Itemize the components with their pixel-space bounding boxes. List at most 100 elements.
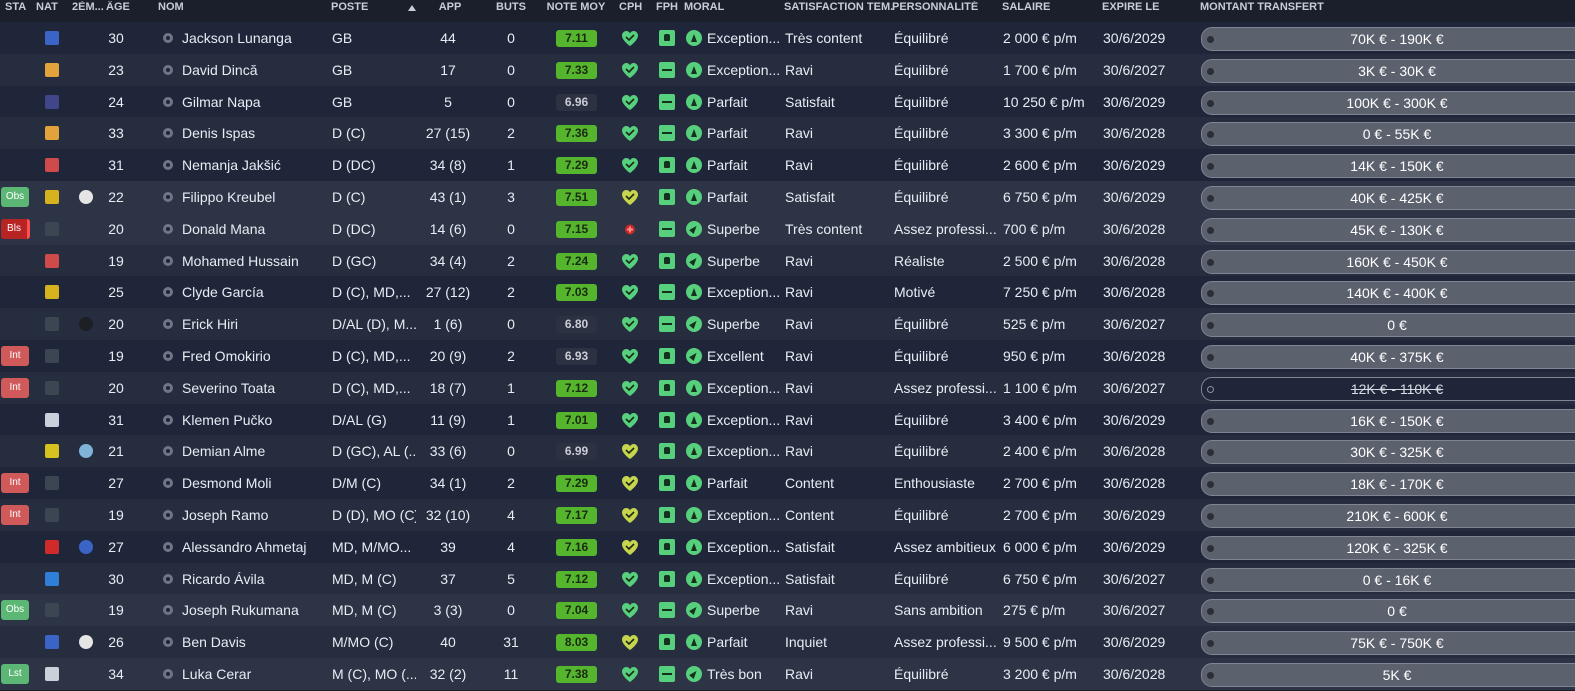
neutral-icon[interactable]	[659, 61, 675, 78]
col-fph[interactable]: FPH	[656, 1, 686, 13]
table-row[interactable]: 23 David Dincă GB 17 0 7.33 Exception... Ravi Éq…	[0, 53, 1575, 86]
transfer-value-bar[interactable]: 40K € - 425K €	[1201, 186, 1575, 210]
condition-heart-icon[interactable]	[621, 30, 639, 47]
second-nationality-flag-icon[interactable]	[79, 539, 93, 554]
col-moral[interactable]: MORAL	[684, 1, 774, 13]
table-row[interactable]: Int 27 Desmond Moli D/M (C) 34 (1) 2 7.29 Parfa…	[0, 467, 1575, 500]
condition-heart-icon[interactable]	[621, 157, 639, 174]
thumbs-up-icon[interactable]	[659, 475, 675, 492]
table-row[interactable]: 21 Demian Alme D (GC), AL (... 33 (6) 0 6.99 E…	[0, 435, 1575, 468]
player-name-link[interactable]: Joseph Rukumana	[182, 594, 327, 626]
transfer-value-bar[interactable]: 45K € - 130K €	[1201, 217, 1575, 242]
table-row[interactable]: Lst 34 Luka Cerar M (C), MO (... 32 (2) 11 7.3…	[0, 658, 1575, 690]
neutral-icon[interactable]	[659, 284, 675, 301]
neutral-icon[interactable]	[659, 602, 675, 619]
condition-heart-icon[interactable]	[621, 62, 639, 79]
table-row[interactable]: 25 Clyde García D (C), MD,... 27 (12) 2 7.03 E…	[0, 276, 1575, 309]
player-name-link[interactable]: Donald Mana	[182, 213, 327, 245]
col-personnalite[interactable]: PERSONNALITÉ	[892, 1, 992, 13]
status-badge[interactable]: Obs	[1, 600, 29, 621]
table-row[interactable]: 24 Gilmar Napa GB 5 0 6.96 Parfait Satisfait Équ…	[0, 85, 1575, 118]
neutral-icon[interactable]	[659, 93, 675, 110]
nationality-flag-icon[interactable]	[45, 412, 59, 427]
thumbs-up-icon[interactable]	[659, 507, 675, 523]
nationality-flag-icon[interactable]	[45, 190, 59, 204]
thumbs-up-icon[interactable]	[659, 157, 675, 174]
col-poste[interactable]: POSTE	[331, 1, 401, 13]
table-row[interactable]: Obs 19 Joseph Rukumana MD, M (C) 3 (3) 0 7.04 S…	[0, 594, 1575, 627]
nationality-flag-icon[interactable]	[45, 349, 59, 363]
player-name-link[interactable]: Demian Alme	[182, 435, 327, 467]
col-salaire[interactable]: SALAIRE	[1002, 1, 1092, 13]
player-name-link[interactable]: Gilmar Napa	[182, 86, 327, 118]
table-row[interactable]: Obs 22 Filippo Kreubel D (C) 43 (1) 3 7.51 Parf…	[0, 181, 1575, 213]
neutral-icon[interactable]	[659, 125, 675, 142]
player-name-link[interactable]: Ben Davis	[182, 626, 327, 658]
condition-heart-icon[interactable]	[621, 539, 639, 556]
player-name-link[interactable]: Nemanja Jakšić	[182, 149, 327, 181]
condition-heart-icon[interactable]	[621, 634, 639, 651]
sort-up-icon[interactable]	[407, 4, 417, 12]
thumbs-up-icon[interactable]	[659, 30, 675, 46]
player-name-link[interactable]: Jackson Lunanga	[182, 22, 327, 54]
nationality-flag-icon[interactable]	[45, 476, 59, 491]
transfer-value-bar[interactable]: 120K € - 325K €	[1201, 535, 1575, 560]
col-age[interactable]: ÂGE	[106, 1, 146, 13]
condition-heart-icon[interactable]	[621, 284, 639, 301]
condition-heart-icon[interactable]	[621, 253, 639, 270]
thumbs-up-icon[interactable]	[659, 379, 675, 396]
player-name-link[interactable]: Desmond Moli	[182, 467, 327, 499]
player-name-link[interactable]: Mohamed Hussain	[182, 245, 327, 277]
transfer-value-bar[interactable]: 3K € - 30K €	[1201, 58, 1575, 83]
player-name-link[interactable]: Denis Ispas	[182, 117, 327, 149]
nationality-flag-icon[interactable]	[45, 317, 59, 332]
transfer-value-bar[interactable]: 100K € - 300K €	[1201, 90, 1575, 115]
second-nationality-flag-icon[interactable]	[79, 635, 93, 650]
nationality-flag-icon[interactable]	[45, 31, 59, 45]
col-nom[interactable]: NOM	[158, 1, 308, 13]
col-second-nat[interactable]: 2ÈM...	[72, 1, 106, 13]
player-name-link[interactable]: Filippo Kreubel	[182, 181, 327, 213]
nationality-flag-icon[interactable]	[45, 571, 59, 586]
condition-heart-icon[interactable]	[621, 571, 639, 588]
col-app[interactable]: APP	[420, 1, 480, 13]
col-expire[interactable]: EXPIRE LE	[1102, 1, 1192, 13]
table-row[interactable]: Bls 20 Donald Mana D (DC) 14 (6) 0 7.15 Superbe…	[0, 212, 1575, 245]
neutral-icon[interactable]	[659, 316, 675, 333]
thumbs-up-icon[interactable]	[659, 189, 675, 205]
thumbs-up-icon[interactable]	[659, 570, 675, 587]
status-badge[interactable]: Int	[1, 346, 29, 366]
col-buts[interactable]: BUTS	[485, 1, 537, 13]
player-name-link[interactable]: Klemen Pučko	[182, 404, 327, 436]
nationality-flag-icon[interactable]	[45, 285, 59, 300]
col-note-moy[interactable]: NOTE MOY	[545, 1, 607, 13]
status-badge[interactable]: Obs	[1, 187, 29, 207]
nationality-flag-icon[interactable]	[45, 221, 59, 236]
table-row[interactable]: 26 Ben Davis M/MO (C) 40 31 8.03 Parfait Inquie…	[0, 626, 1575, 659]
transfer-value-bar[interactable]: 0 € - 16K €	[1201, 567, 1575, 592]
table-row[interactable]: 33 Denis Ispas D (C) 27 (15) 2 7.36 Parfait Rav…	[0, 117, 1575, 150]
col-nat[interactable]: NAT	[36, 1, 68, 13]
transfer-value-bar[interactable]: 5K €	[1201, 663, 1575, 687]
player-name-link[interactable]: Ricardo Ávila	[182, 563, 327, 595]
col-sta[interactable]: STA	[5, 1, 33, 13]
transfer-value-bar[interactable]: 14K € - 150K €	[1201, 154, 1575, 179]
player-name-link[interactable]: Erick Hiri	[182, 308, 327, 340]
nationality-flag-icon[interactable]	[45, 635, 59, 650]
nationality-flag-icon[interactable]	[45, 126, 59, 141]
nationality-flag-icon[interactable]	[45, 603, 59, 618]
nationality-flag-icon[interactable]	[45, 380, 59, 395]
thumbs-up-icon[interactable]	[659, 411, 675, 428]
condition-heart-icon[interactable]	[621, 316, 639, 333]
neutral-icon[interactable]	[659, 220, 675, 237]
nationality-flag-icon[interactable]	[45, 444, 59, 459]
condition-heart-icon[interactable]	[621, 666, 639, 683]
transfer-value-bar[interactable]: 0 €	[1201, 599, 1575, 624]
second-nationality-flag-icon[interactable]	[79, 190, 93, 204]
thumbs-up-icon[interactable]	[659, 634, 675, 651]
nationality-flag-icon[interactable]	[45, 508, 59, 522]
player-name-link[interactable]: Clyde García	[182, 276, 327, 308]
col-cph[interactable]: CPH	[619, 1, 649, 13]
transfer-value-bar[interactable]: 0 €	[1201, 313, 1575, 338]
transfer-value-bar[interactable]: 30K € - 325K €	[1201, 440, 1575, 465]
